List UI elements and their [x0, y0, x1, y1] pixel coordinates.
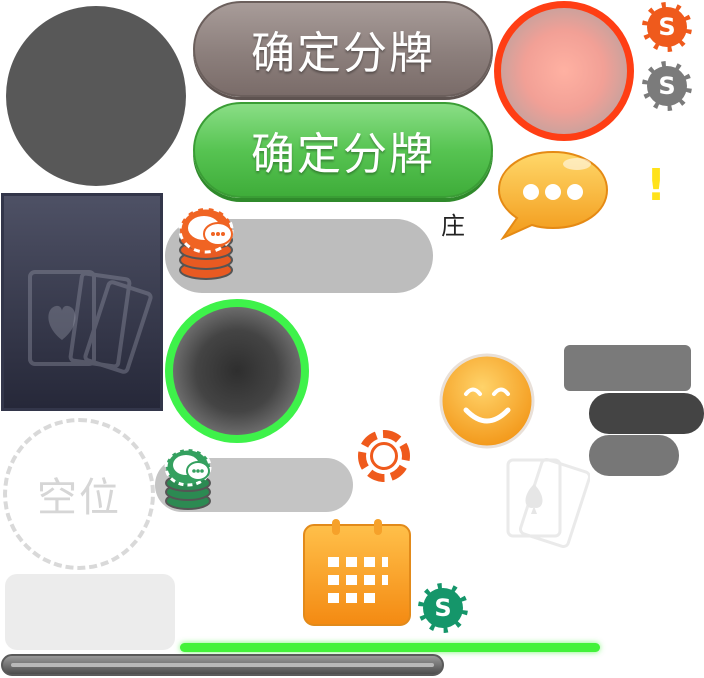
cards-icon [28, 270, 153, 374]
panel-pill-dark [589, 393, 704, 434]
chat-bubble-icon[interactable] [497, 148, 609, 240]
chip-stack-green-icon [164, 447, 212, 510]
confirm-deal-button[interactable]: 确定分牌 [193, 102, 493, 198]
smiley-icon[interactable] [438, 352, 536, 450]
empty-panel [5, 574, 175, 650]
coin-symbol: S [434, 594, 452, 622]
confirm-deal-label: 确定分牌 [251, 129, 435, 180]
chip-stack-orange-icon [178, 206, 234, 280]
calendar-icon[interactable] [302, 519, 412, 627]
coin-symbol: S [658, 13, 676, 41]
player-avatar-ring-green[interactable] [165, 299, 309, 443]
panel-block [564, 345, 691, 391]
confirm-deal-label: 确定分牌 [251, 28, 435, 79]
player-avatar-ring-red[interactable] [494, 1, 634, 141]
alert-mark: ! [646, 160, 667, 211]
coin-gray-icon: S [642, 61, 692, 111]
empty-seat-label: 空位 [37, 475, 121, 521]
coin-symbol: S [658, 72, 676, 100]
empty-seat[interactable]: 空位 [3, 418, 155, 570]
banker-label: 庄 [441, 212, 465, 240]
confirm-deal-button-disabled[interactable]: 确定分牌 [193, 1, 493, 97]
avatar-slot[interactable] [6, 6, 186, 186]
coin-orange-ring-icon [358, 430, 410, 482]
coin-orange-icon: S [642, 2, 692, 52]
scroll-track[interactable] [1, 654, 444, 676]
spade-cards-icon [506, 457, 590, 549]
progress-bar-green [180, 643, 600, 652]
panel-pill-gray [589, 435, 679, 476]
card-panel[interactable] [1, 193, 163, 411]
coin-green-icon: S [418, 583, 468, 633]
